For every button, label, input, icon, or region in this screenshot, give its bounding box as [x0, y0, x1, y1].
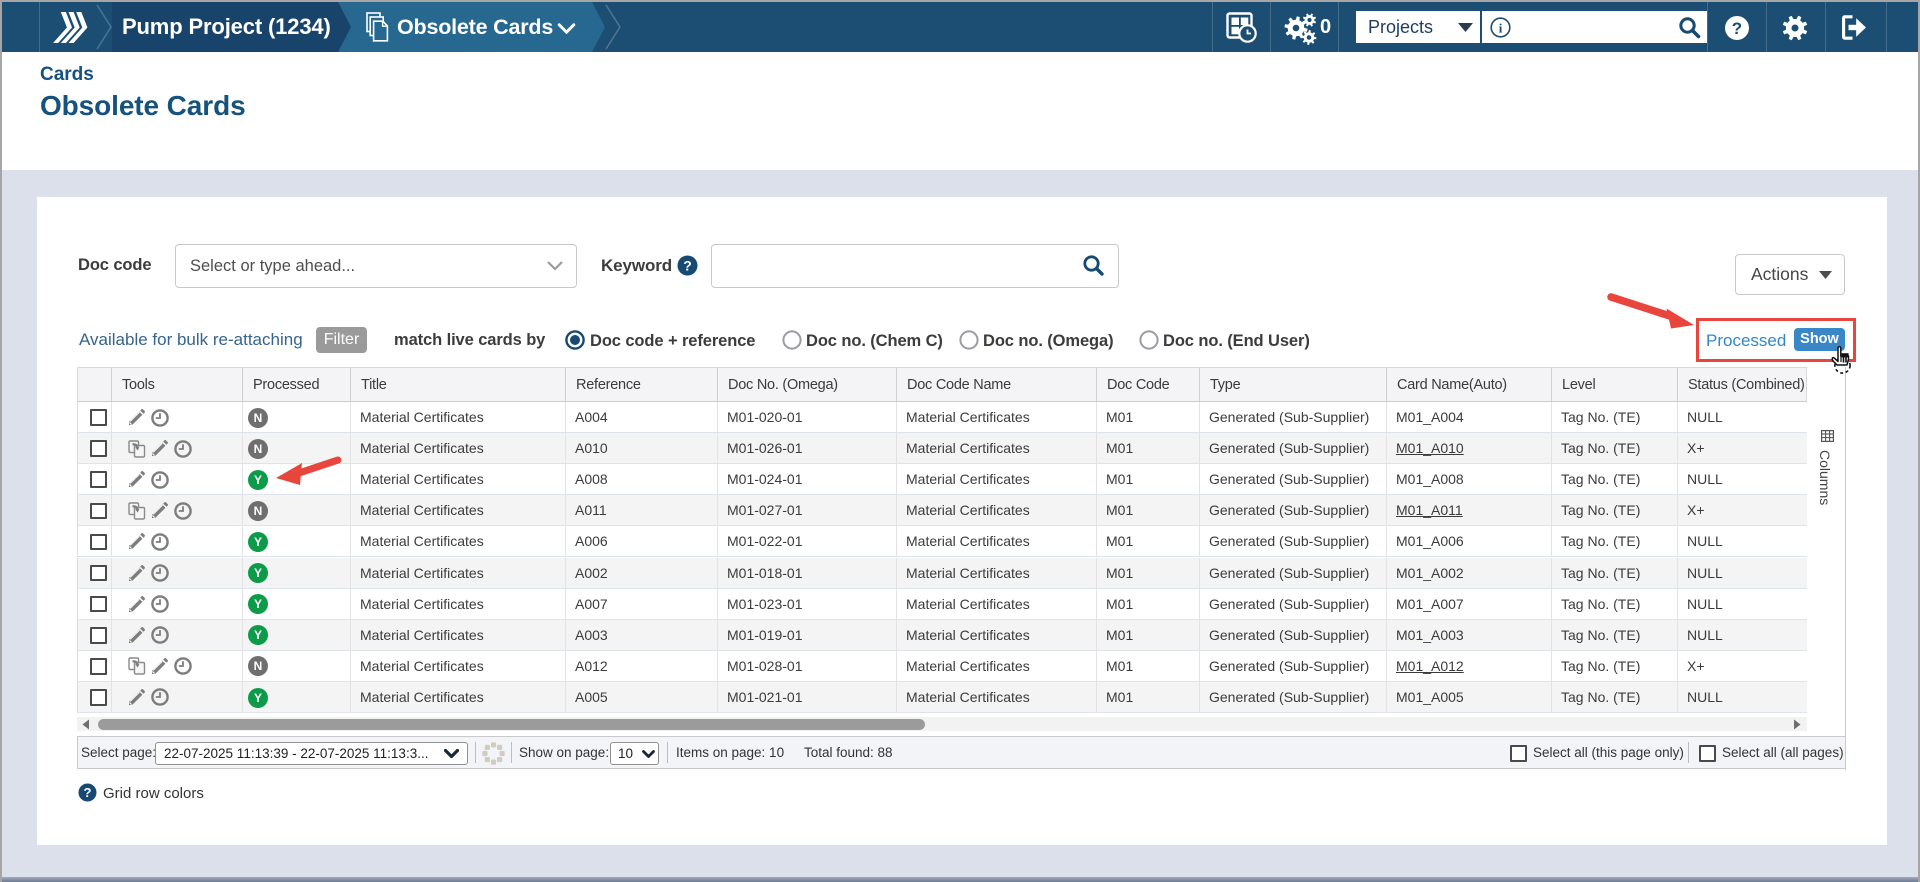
svg-text:?: ? [84, 785, 92, 800]
svg-text:?: ? [683, 258, 692, 274]
svg-text:i: i [1499, 20, 1503, 35]
svg-text:?: ? [1732, 19, 1742, 38]
